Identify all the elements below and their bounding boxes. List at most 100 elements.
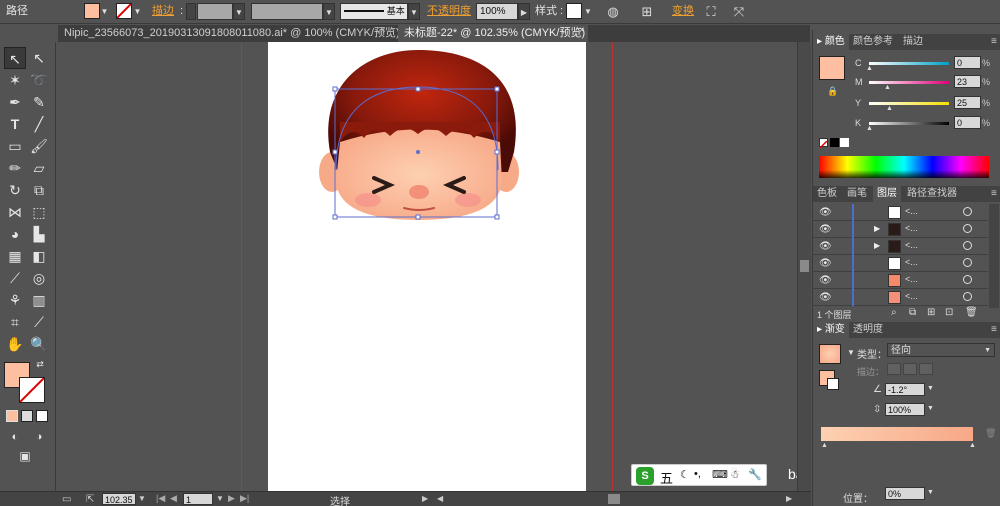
eye-icon[interactable]: 👁 [819,241,832,252]
gradient-tool-icon[interactable]: ◧ [28,245,50,267]
cartoon-face-artwork[interactable] [268,42,586,491]
none-mode-button[interactable] [36,410,48,422]
fill-color-preview[interactable] [819,56,845,80]
pencil-tool-icon[interactable]: ✏ [4,157,26,179]
artboard-nav-icon[interactable]: ▭ [62,494,71,505]
clipping-mask-icon[interactable]: ⧉ [909,307,916,318]
tab-untitled-22[interactable]: 未标题-22* @ 102.35% (CMYK/预览) [398,25,588,42]
ime-logo-icon[interactable]: S [636,467,654,485]
ime-mode-label[interactable]: 五 [660,468,673,487]
bbox-handle[interactable] [415,86,421,92]
chevron-down-icon[interactable]: ▼ [138,494,146,503]
artboard-tool-icon[interactable]: ⌗ [4,311,26,333]
new-sublayer-icon[interactable]: ⊞ [927,307,935,318]
tab-brushes[interactable]: 画笔 [843,186,871,202]
next-page-icon[interactable]: ▶ [228,493,235,504]
angle-field[interactable]: -1.2° [885,383,925,396]
magic-wand-tool-icon[interactable]: ✶ [4,69,26,91]
expand-arrow-icon[interactable]: ▶ [874,224,880,233]
opacity-field[interactable]: 100% [476,3,518,20]
bbox-handle[interactable] [494,214,500,220]
tab-gradient[interactable]: ▸ 渐变 [813,322,849,338]
bbox-handle[interactable] [415,214,421,220]
layers-scrollbar[interactable] [989,204,999,308]
last-page-icon[interactable]: ▶| [240,493,249,504]
gradient-type-dropdown[interactable]: 径向 ▼ [887,343,995,357]
slider-thumb-icon[interactable]: ▲ [866,65,873,72]
target-icon[interactable] [963,224,972,233]
bbox-handle[interactable] [332,86,338,92]
target-icon[interactable] [963,207,972,216]
stroke-mini[interactable] [827,378,839,390]
stroke-within-icon[interactable] [887,363,901,375]
stroke-weight-stepper[interactable] [186,3,196,20]
eye-icon[interactable]: 👁 [819,224,832,235]
cyan-slider[interactable] [869,62,949,65]
gradient-ramp[interactable] [821,427,973,441]
layer-row[interactable]: 👁 <... [813,272,988,289]
layer-row[interactable]: 👁 <... [813,255,988,272]
export-icon[interactable]: ⇱ [86,494,94,505]
gradient-preview[interactable] [819,344,841,364]
eye-icon[interactable]: 👁 [819,258,832,269]
tab-pathfinder[interactable]: 路径查找器 [903,186,961,202]
rectangle-tool-icon[interactable]: ▭ [4,135,26,157]
width-tool-icon[interactable]: ⋈ [4,201,26,223]
aspect-ratio-field[interactable]: 100% [885,403,925,416]
transform-link[interactable]: 变换 [672,3,694,20]
line-tool-icon[interactable]: ╱ [28,113,50,135]
eraser-tool-icon[interactable]: ▱ [28,157,50,179]
half-width-icon[interactable]: ☾ [680,468,690,481]
arrange-icon[interactable]: ⤧ [730,3,748,21]
layer-row[interactable]: 👁 ▶ <... [813,221,988,238]
swap-fill-stroke-icon[interactable]: ⇄ [34,358,46,370]
eyedropper-tool-icon[interactable]: ⟋ [4,267,26,289]
black-slider[interactable] [869,122,949,125]
bbox-handle[interactable] [494,86,500,92]
shape-builder-tool-icon[interactable]: ◕ [4,223,26,245]
stroke-color-box[interactable] [19,377,45,403]
chevron-down-icon[interactable]: ▼ [408,3,420,20]
magenta-value-field[interactable]: 23 [954,75,981,88]
vertical-scrollbar[interactable] [797,42,811,491]
slider-thumb-icon[interactable]: ▲ [886,105,893,112]
black-swatch[interactable] [830,138,839,147]
vertical-scroll-thumb[interactable] [800,260,809,272]
slider-thumb-icon[interactable]: ▲ [866,125,873,132]
curvature-tool-icon[interactable]: ✎ [28,91,50,113]
scale-tool-icon[interactable]: ⧉ [28,179,50,201]
rotate-tool-icon[interactable]: ↻ [4,179,26,201]
tab-layers[interactable]: 图层 [873,186,901,202]
screen-mode-icon[interactable]: ▣ [14,445,36,467]
target-icon[interactable] [963,275,972,284]
eye-icon[interactable]: 👁 [819,275,832,286]
locate-object-icon[interactable]: ⌕ [891,307,897,318]
chevron-down-icon[interactable]: ▼ [216,494,224,503]
close-icon[interactable]: × [579,25,585,36]
lasso-tool-icon[interactable]: ➰ [28,69,50,91]
target-icon[interactable] [963,292,972,301]
horizontal-scroll-thumb[interactable] [608,494,620,504]
chevron-down-icon[interactable]: ▼ [582,3,594,20]
panel-menu-icon[interactable]: ≡ [987,186,1000,202]
fill-swatch[interactable] [84,3,100,19]
white-swatch[interactable] [840,138,849,147]
perspective-grid-tool-icon[interactable]: ▦ [4,245,26,267]
gradient-stop-icon[interactable]: ▲ [821,442,828,449]
paintbrush-tool-icon[interactable]: 🖌 [28,135,50,157]
symbol-sprayer-tool-icon[interactable]: ⚘ [4,289,26,311]
settings-wrench-icon[interactable]: 🔧 [748,468,762,481]
style-swatch[interactable] [566,3,582,19]
new-layer-icon[interactable]: ⊡ [945,307,953,318]
bbox-handle[interactable] [494,149,500,155]
tab-swatches[interactable]: 色板 [813,186,841,202]
black-value-field[interactable]: 0 [954,116,981,129]
stroke-weight-field[interactable] [197,3,233,20]
chevron-down-icon[interactable]: ▼ [927,489,934,496]
bbox-handle[interactable] [332,149,338,155]
chevron-down-icon[interactable]: ▼ [100,3,109,20]
keyboard-icon[interactable]: ⌨ [712,468,728,481]
layer-row[interactable]: 👁 <... [813,289,988,306]
chevron-down-icon[interactable]: ▼ [927,405,934,412]
chevron-down-icon[interactable]: ▼ [927,385,934,392]
